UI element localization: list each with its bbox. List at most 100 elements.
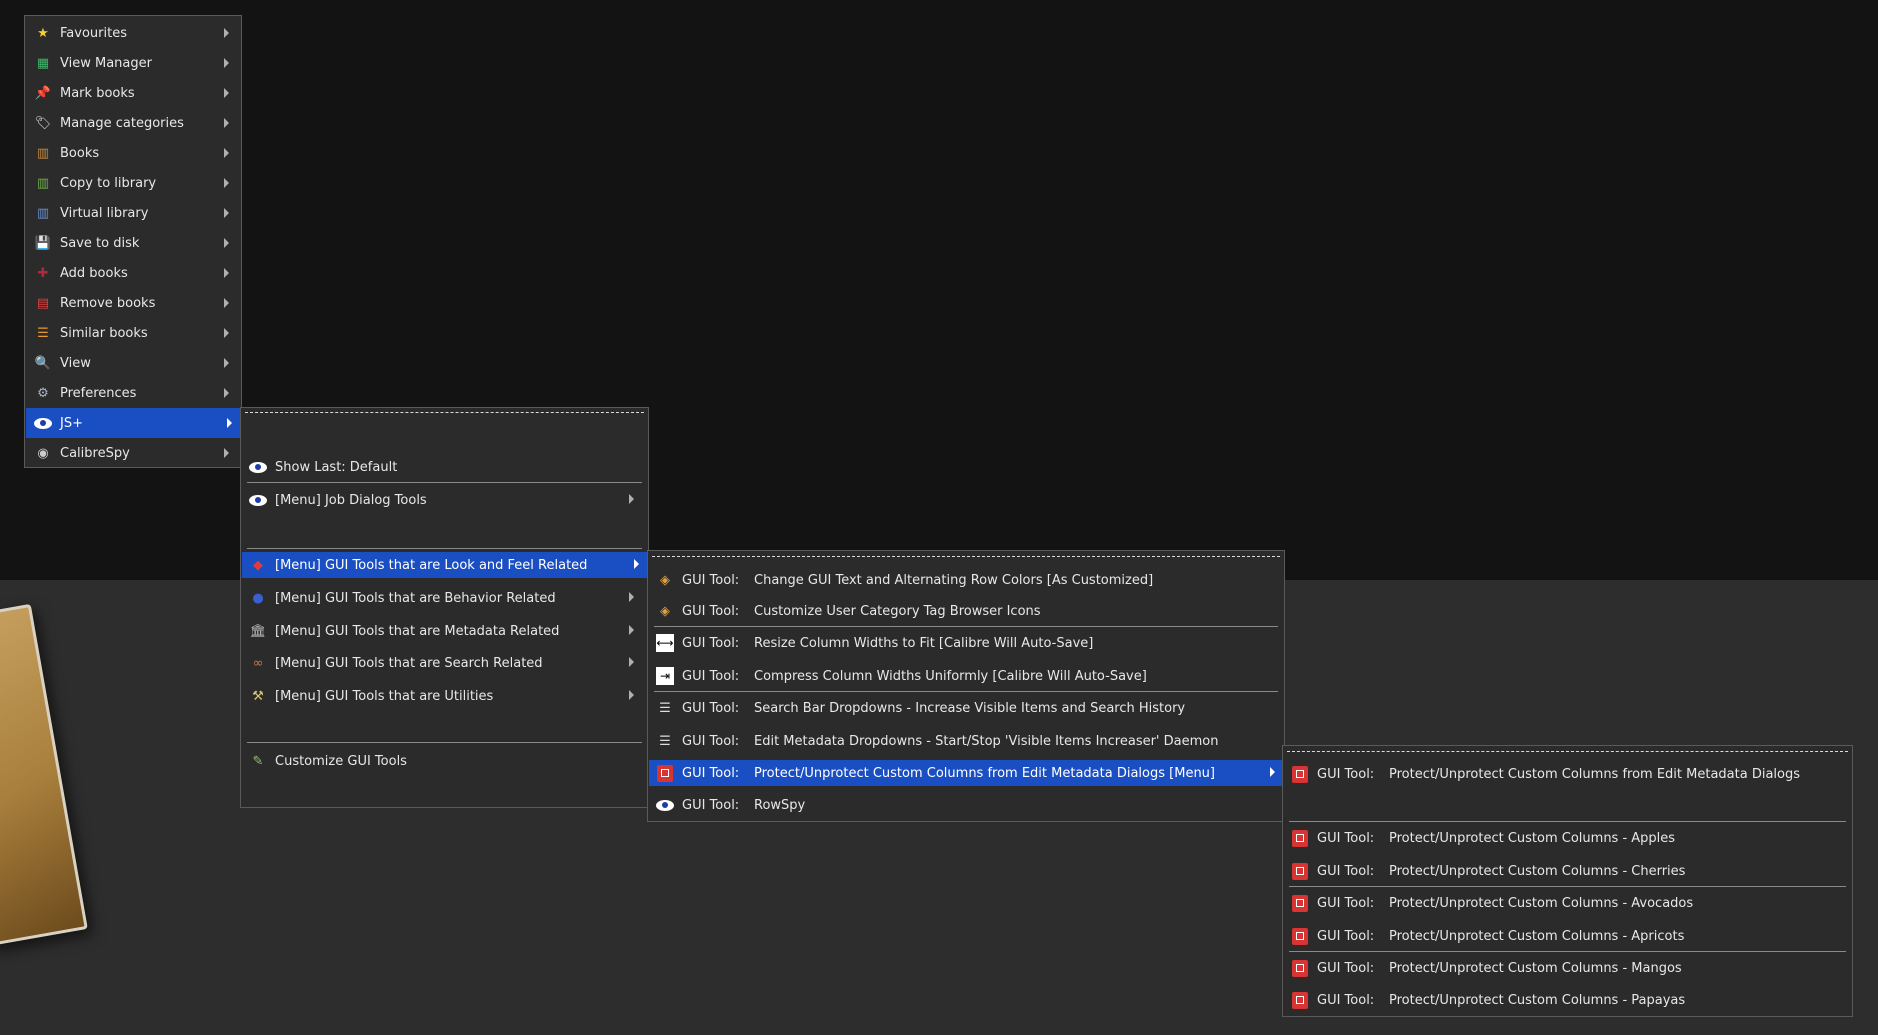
protect-columns-apples[interactable]: GUI Tool: Protect/Unprotect Custom Colum… bbox=[1289, 825, 1846, 851]
jsplus-submenu: Show Last: Default [Menu] Job Dialog Too… bbox=[240, 407, 649, 808]
protect-columns-icon bbox=[656, 764, 674, 782]
protect-columns-mangos[interactable]: GUI Tool: Protect/Unprotect Custom Colum… bbox=[1289, 955, 1846, 981]
menu-item-job-dialog-tools[interactable]: [Menu] Job Dialog Tools bbox=[247, 487, 642, 513]
menu-item-label: Copy to library bbox=[60, 175, 157, 191]
separator bbox=[654, 691, 1278, 692]
context-menu-main: ★ Favourites ▦ View Manager 📌 Mark books 🏷 Mana… bbox=[24, 15, 242, 468]
menu-item-mark-books[interactable]: 📌 Mark books bbox=[29, 78, 237, 108]
gui-tool-prefix: GUI Tool: bbox=[682, 603, 740, 619]
menu-item-favourites[interactable]: ★ Favourites bbox=[29, 18, 237, 48]
submenu-arrow-icon bbox=[629, 657, 634, 667]
list-icon: ☰ bbox=[659, 700, 671, 716]
books-icon: ▥ bbox=[36, 145, 50, 161]
menu-item-search[interactable]: ∞ [Menu] GUI Tools that are Search Relat… bbox=[247, 650, 642, 676]
behavior-icon: ● bbox=[252, 590, 264, 606]
submenu-arrow-icon bbox=[224, 238, 229, 248]
submenu-arrow-icon bbox=[224, 58, 229, 68]
gui-tool-metadata-dropdowns[interactable]: ☰ GUI Tool: Edit Metadata Dropdowns - St… bbox=[654, 728, 1278, 754]
menu-item-show-last[interactable]: Show Last: Default bbox=[247, 454, 642, 480]
wrench-screwdriver-icon: ✎ bbox=[252, 753, 264, 769]
menu-item-label: Preferences bbox=[60, 385, 137, 401]
submenu-arrow-icon bbox=[224, 118, 229, 128]
menu-item-metadata[interactable]: 🏛 [Menu] GUI Tools that are Metadata Rel… bbox=[247, 618, 642, 644]
gui-tool-prefix: GUI Tool: bbox=[682, 765, 740, 781]
menu-item-label: Virtual library bbox=[60, 205, 149, 221]
tear-off-line[interactable] bbox=[652, 556, 1280, 557]
menu-item-label: Search Bar Dropdowns - Increase Visible … bbox=[754, 700, 1186, 716]
menu-item-save-to-disk[interactable]: 💾 Save to disk bbox=[29, 228, 237, 258]
save-icon: 💾 bbox=[34, 235, 52, 251]
menu-item-behavior[interactable]: ● [Menu] GUI Tools that are Behavior Rel… bbox=[247, 585, 642, 611]
gui-tool-change-colors[interactable]: ◈ GUI Tool: Change GUI Text and Alternat… bbox=[654, 567, 1278, 593]
protect-columns-submenu: GUI Tool: Protect/Unprotect Custom Colum… bbox=[1282, 745, 1853, 1017]
gui-tool-search-dropdowns[interactable]: ☰ GUI Tool: Search Bar Dropdowns - Incre… bbox=[654, 695, 1278, 721]
menu-item-label: Save to disk bbox=[60, 235, 140, 251]
gui-tool-rowspy[interactable]: GUI Tool: RowSpy bbox=[654, 792, 1278, 818]
menu-item-add-books[interactable]: ✚ Add books bbox=[29, 258, 237, 288]
eye-icon bbox=[656, 796, 674, 814]
separator bbox=[1289, 821, 1846, 822]
submenu-arrow-icon bbox=[224, 268, 229, 278]
menu-item-books[interactable]: ▥ Books bbox=[29, 138, 237, 168]
menu-item-manage-categories[interactable]: 🏷 Manage categories bbox=[29, 108, 237, 138]
protect-columns-cherries[interactable]: GUI Tool: Protect/Unprotect Custom Colum… bbox=[1289, 858, 1846, 884]
view-manager-icon: ▦ bbox=[36, 55, 50, 71]
columns-building-icon: 🏛 bbox=[249, 623, 267, 639]
submenu-arrow-icon bbox=[224, 28, 229, 38]
menu-item-calibrespy[interactable]: ◉ CalibreSpy bbox=[29, 438, 237, 468]
menu-item-virtual-library[interactable]: ▥ Virtual library bbox=[29, 198, 237, 228]
submenu-arrow-icon bbox=[634, 559, 639, 569]
menu-item-label: Protect/Unprotect Custom Columns - Cherr… bbox=[1389, 863, 1686, 879]
copy-library-icon: ▥ bbox=[36, 175, 50, 191]
menu-item-similar-books[interactable]: ☰ Similar books bbox=[29, 318, 237, 348]
gui-tool-protect-columns-menu[interactable]: GUI Tool: Protect/Unprotect Custom Colum… bbox=[649, 760, 1283, 786]
menu-item-label: Show Last: Default bbox=[275, 459, 398, 475]
menu-item-utilities[interactable]: ⚒ [Menu] GUI Tools that are Utilities bbox=[247, 683, 642, 709]
protect-columns-apricots[interactable]: GUI Tool: Protect/Unprotect Custom Colum… bbox=[1289, 923, 1846, 949]
menu-item-view[interactable]: 🔍 View bbox=[29, 348, 237, 378]
menu-item-label: Change GUI Text and Alternating Row Colo… bbox=[754, 572, 1154, 588]
gui-tool-prefix: GUI Tool: bbox=[1317, 960, 1375, 976]
tag-icon: 🏷 bbox=[34, 115, 52, 131]
menu-item-label: View bbox=[60, 355, 91, 371]
submenu-arrow-icon bbox=[224, 298, 229, 308]
menu-item-label: [Menu] GUI Tools that are Search Related bbox=[275, 655, 543, 671]
tear-off-line[interactable] bbox=[1287, 751, 1848, 752]
protect-columns-icon bbox=[1291, 991, 1309, 1009]
separator bbox=[654, 626, 1278, 627]
gui-tool-category-icons[interactable]: ◈ GUI Tool: Customize User Category Tag … bbox=[654, 598, 1278, 624]
menu-item-label: [Menu] GUI Tools that are Behavior Relat… bbox=[275, 590, 556, 606]
menu-item-look-and-feel[interactable]: ◆ [Menu] GUI Tools that are Look and Fee… bbox=[242, 552, 647, 578]
menu-item-view-manager[interactable]: ▦ View Manager bbox=[29, 48, 237, 78]
protect-columns-avocados[interactable]: GUI Tool: Protect/Unprotect Custom Colum… bbox=[1289, 890, 1846, 916]
separator bbox=[247, 482, 642, 483]
submenu-arrow-icon bbox=[224, 358, 229, 368]
protect-columns-papayas[interactable]: GUI Tool: Protect/Unprotect Custom Colum… bbox=[1289, 987, 1846, 1013]
tear-off-line[interactable] bbox=[245, 412, 644, 413]
separator bbox=[1289, 951, 1846, 952]
menu-item-customize-gui-tools[interactable]: ✎ Customize GUI Tools bbox=[247, 748, 642, 774]
submenu-arrow-icon bbox=[224, 148, 229, 158]
menu-item-preferences[interactable]: ⚙ Preferences bbox=[29, 378, 237, 408]
gui-tool-compress-columns[interactable]: ⇥ GUI Tool: Compress Column Widths Unifo… bbox=[654, 663, 1278, 689]
gui-tool-prefix: GUI Tool: bbox=[1317, 863, 1375, 879]
menu-item-js[interactable]: JS+ bbox=[26, 408, 240, 438]
menu-item-label: Protect/Unprotect Custom Columns - Apric… bbox=[1389, 928, 1685, 944]
menu-item-copy-to-library[interactable]: ▥ Copy to library bbox=[29, 168, 237, 198]
compress-arrows-icon: ⇥ bbox=[656, 667, 674, 685]
gui-tool-resize-columns[interactable]: ⟷ GUI Tool: Resize Column Widths to Fit … bbox=[654, 630, 1278, 656]
protect-columns-all[interactable]: GUI Tool: Protect/Unprotect Custom Colum… bbox=[1289, 761, 1846, 787]
menu-item-label: Customize GUI Tools bbox=[275, 753, 407, 769]
menu-item-label: RowSpy bbox=[754, 797, 806, 813]
eye-icon bbox=[249, 491, 267, 509]
menu-item-label: Protect/Unprotect Custom Columns - Papay… bbox=[1389, 992, 1686, 1008]
menu-item-remove-books[interactable]: ▤ Remove books bbox=[29, 288, 237, 318]
star-icon: ★ bbox=[37, 25, 49, 41]
menu-item-label: Customize User Category Tag Browser Icon… bbox=[754, 603, 1041, 619]
gui-tool-prefix: GUI Tool: bbox=[1317, 895, 1375, 911]
menu-item-label: Favourites bbox=[60, 25, 127, 41]
preferences-icon: ⚙ bbox=[37, 385, 49, 401]
separator bbox=[247, 742, 642, 743]
calibrespy-eye-icon: ◉ bbox=[37, 445, 49, 461]
menu-item-label: [Menu] GUI Tools that are Metadata Relat… bbox=[275, 623, 560, 639]
